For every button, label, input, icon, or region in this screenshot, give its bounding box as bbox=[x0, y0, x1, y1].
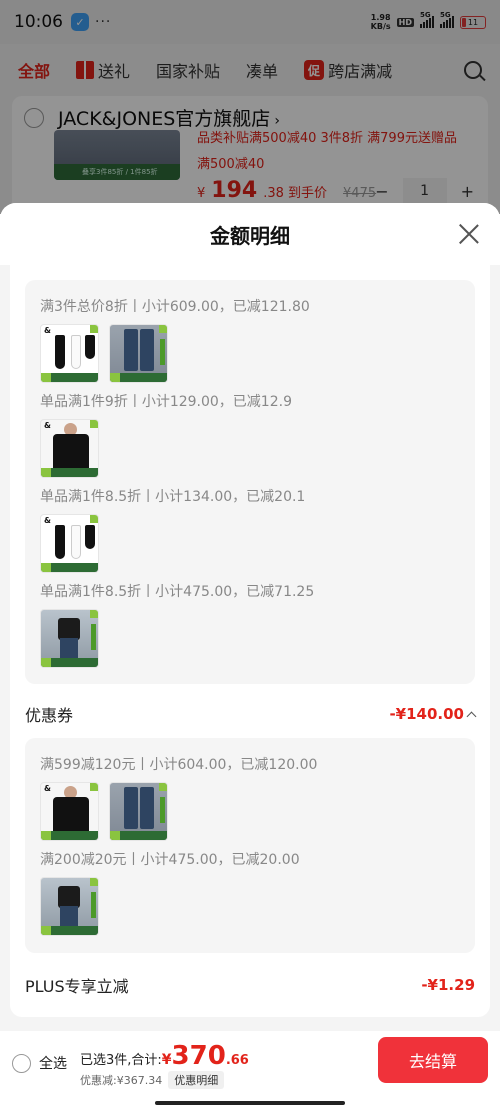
selected-count: 已选3件,合计: bbox=[80, 1053, 162, 1068]
product-thumb-jeans-model bbox=[40, 877, 99, 936]
discount-total: 优惠减:¥367.34 bbox=[80, 1074, 163, 1087]
coupon-label: 优惠券 bbox=[25, 706, 74, 725]
total-price: 370 bbox=[171, 1041, 226, 1071]
promo-group-line: 单品满1件8.5折丨小计134.00，已减20.1 bbox=[40, 489, 306, 505]
sheet-header: 金额明细 bbox=[0, 203, 500, 265]
coupon-group-line: 满200减20元丨小计475.00，已减20.00 bbox=[40, 852, 300, 868]
sheet-title: 金额明细 bbox=[210, 223, 290, 248]
dim-overlay[interactable] bbox=[0, 0, 500, 214]
promo-group-line: 满3件总价8折丨小计609.00，已减121.80 bbox=[40, 299, 310, 315]
select-all[interactable]: 全选 bbox=[12, 1053, 67, 1073]
plus-discount-row: PLUS专享立减 -¥1.29 bbox=[25, 971, 475, 999]
product-thumb-tshirt: & bbox=[40, 782, 99, 841]
plus-discount-label: PLUS专享立减 bbox=[25, 977, 129, 996]
chevron-up-icon bbox=[466, 711, 477, 721]
product-thumb-jeans-model bbox=[40, 609, 99, 668]
plus-discount-amount: -¥1.29 bbox=[421, 976, 475, 994]
promo-group-line: 单品满1件9折丨小计129.00，已减12.9 bbox=[40, 394, 292, 410]
product-thumb-tshirt: & bbox=[40, 419, 99, 478]
checkout-button[interactable]: 去结算 bbox=[378, 1037, 488, 1083]
amount-detail-sheet: 金额明细 满3件总价8折丨小计609.00，已减121.80 & 单品满1件9折… bbox=[0, 203, 500, 1031]
sheet-body: 满3件总价8折丨小计609.00，已减121.80 & 单品满1件9折丨小计12… bbox=[10, 265, 490, 1017]
promo-group-line: 单品满1件8.5折丨小计475.00，已减71.25 bbox=[40, 584, 315, 600]
promo-details-box: 满3件总价8折丨小计609.00，已减121.80 & 单品满1件9折丨小计12… bbox=[25, 280, 475, 684]
coupon-amount: -¥140.00 bbox=[389, 705, 477, 723]
home-indicator[interactable] bbox=[155, 1101, 345, 1105]
coupon-details-box: 满599减120元丨小计604.00，已减120.00 & 满200减20元丨小… bbox=[25, 738, 475, 953]
coupon-group-line: 满599减120元丨小计604.00，已减120.00 bbox=[40, 757, 318, 773]
product-thumb-socks: & bbox=[40, 324, 99, 383]
coupon-row[interactable]: 优惠券 -¥140.00 bbox=[25, 700, 477, 728]
close-icon[interactable] bbox=[458, 223, 480, 245]
product-thumb-jeans bbox=[109, 324, 168, 383]
checkout-bar: 全选 已选3件,合计: ¥ 370 .66 优惠减:¥367.34 优惠明细 去… bbox=[0, 1031, 500, 1111]
product-thumb-jeans bbox=[109, 782, 168, 841]
product-thumb-socks: & bbox=[40, 514, 99, 573]
discount-detail-button[interactable]: 优惠明细 bbox=[168, 1071, 225, 1089]
select-all-radio[interactable] bbox=[12, 1053, 31, 1073]
order-summary: 已选3件,合计: ¥ 370 .66 优惠减:¥367.34 优惠明细 bbox=[80, 1041, 249, 1089]
